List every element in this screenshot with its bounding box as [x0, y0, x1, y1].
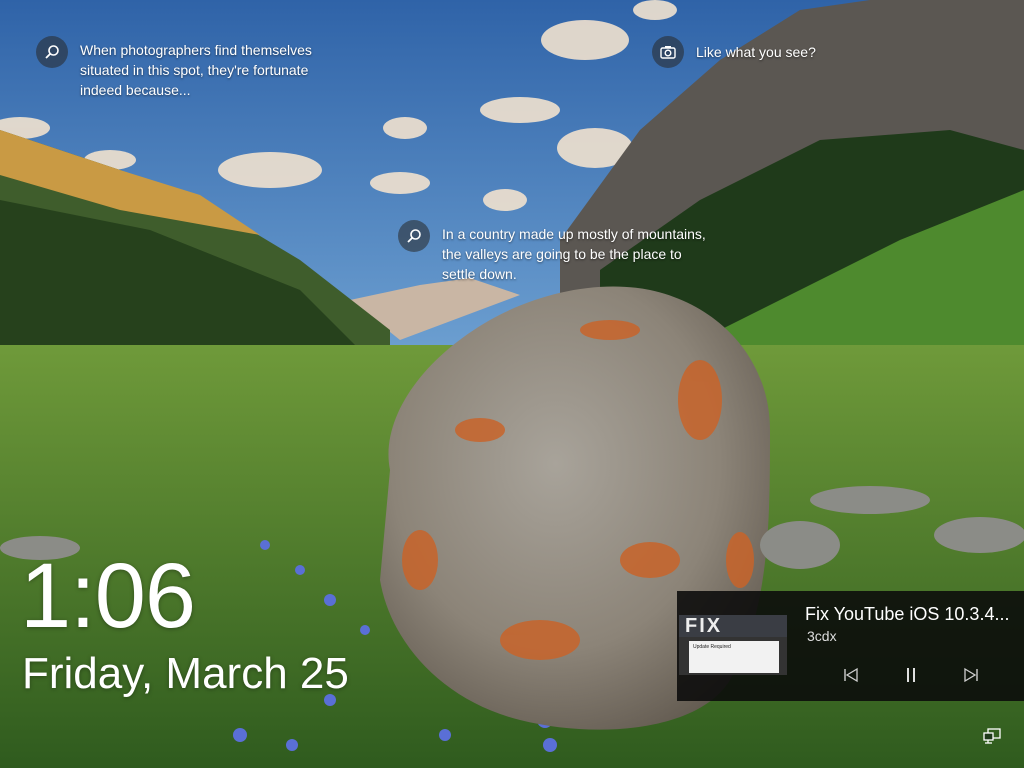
lock-screen-time: 1:06 [20, 545, 196, 647]
search-icon [36, 36, 68, 68]
thumbnail-text: FIX [685, 615, 723, 637]
media-title: Fix YouTube iOS 10.3.4... [805, 604, 1010, 624]
hotspot-text: In a country made up mostly of mountains… [442, 226, 706, 282]
lock-screen-date: Friday, March 25 [22, 649, 349, 698]
previous-icon [844, 667, 858, 683]
thumbnail-dialog-text: Update Required [693, 644, 731, 650]
hotspot-text: Like what you see? [696, 44, 816, 60]
thumbnail-dialog: Update Required [689, 641, 779, 673]
pause-button[interactable] [899, 663, 923, 687]
media-artist: 3cdx [807, 628, 837, 644]
next-icon [964, 667, 978, 683]
hotspot-text: When photographers find themselves situa… [80, 42, 312, 98]
search-icon [398, 220, 430, 252]
network-button[interactable] [983, 728, 1003, 744]
media-controls-card[interactable]: FIX Update Required Fix YouTube iOS 10.3… [677, 591, 1024, 701]
next-track-button[interactable] [959, 663, 983, 687]
spotlight-hotspot-1[interactable]: When photographers find themselves situa… [36, 36, 336, 100]
camera-icon [652, 36, 684, 68]
network-icon [983, 728, 1001, 744]
media-thumbnail: FIX Update Required [679, 615, 787, 675]
spotlight-hotspot-3[interactable]: In a country made up mostly of mountains… [398, 220, 718, 284]
pause-icon [907, 668, 915, 682]
like-what-you-see-hotspot[interactable]: Like what you see? [652, 36, 816, 68]
previous-track-button[interactable] [839, 663, 863, 687]
